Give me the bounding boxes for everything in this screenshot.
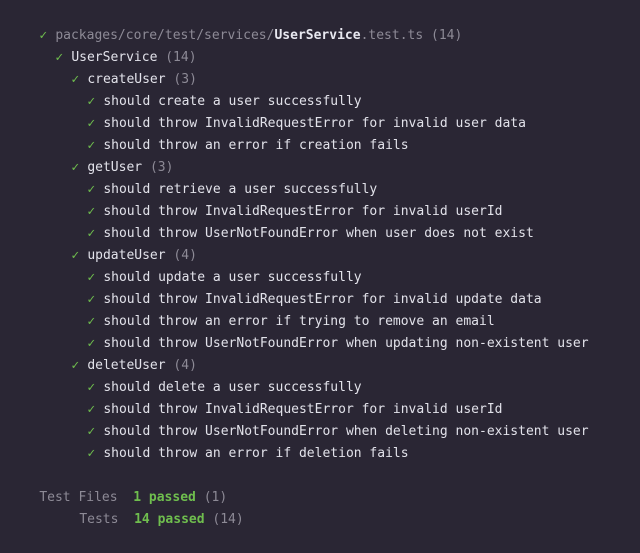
summary-test-files: Test Files 1 passed (1) — [8, 465, 227, 505]
check-icon: ✓ — [87, 446, 96, 461]
test-row: ✓ should update a user successfully — [56, 245, 361, 285]
summary-tests-count: (14) — [212, 512, 244, 527]
test-row: ✓ should throw InvalidRequestError for in… — [56, 179, 502, 219]
test-row: ✓ should throw InvalidRequestError for in… — [56, 91, 526, 131]
root-suite: ✓ UserService (14) — [24, 25, 196, 65]
suite-update-user: ✓ updateUser (4) — [40, 223, 197, 263]
file-name: UserService — [274, 28, 361, 43]
suite-delete-user: ✓ deleteUser (4) — [40, 333, 197, 373]
test-row: ✓ should throw an error if deletion fails — [56, 421, 408, 461]
summary-tests-passed: 14 passed — [134, 512, 205, 527]
test-row: ✓ should throw an error if trying to remo… — [56, 289, 494, 329]
terminal-output: ✓ packages/core/test/services/UserService… — [0, 0, 640, 527]
summary-tests: Tests 14 passed (14) — [48, 487, 243, 527]
test-row: ✓ should retrieve a user successfully — [56, 157, 377, 197]
test-row: ✓ should throw InvalidRequestError for in… — [56, 377, 502, 417]
test-row: ✓ should delete a user successfully — [56, 355, 361, 395]
file-suffix: .test.ts — [360, 28, 424, 43]
summary-tests-label: Tests — [79, 512, 119, 527]
suite-create-user: ✓ createUser (3) — [40, 47, 197, 87]
test-file-header: ✓ packages/core/test/services/UserService… — [8, 3, 462, 43]
test-row: ✓ should throw InvalidRequestError for in… — [56, 267, 541, 307]
test-row: ✓ should throw UserNotFoundError when use… — [56, 201, 533, 241]
suite-get-user: ✓ getUser (3) — [40, 135, 173, 175]
file-test-count: (14) — [431, 28, 463, 43]
test-row: ✓ should create a user successfully — [56, 69, 361, 109]
test-row: ✓ should throw UserNotFoundError when upd… — [56, 311, 588, 351]
test-row: ✓ should throw an error if creation fails — [56, 113, 408, 153]
test-name: should throw an error if deletion fails — [103, 446, 409, 461]
test-row: ✓ should throw UserNotFoundError when del… — [56, 399, 588, 439]
